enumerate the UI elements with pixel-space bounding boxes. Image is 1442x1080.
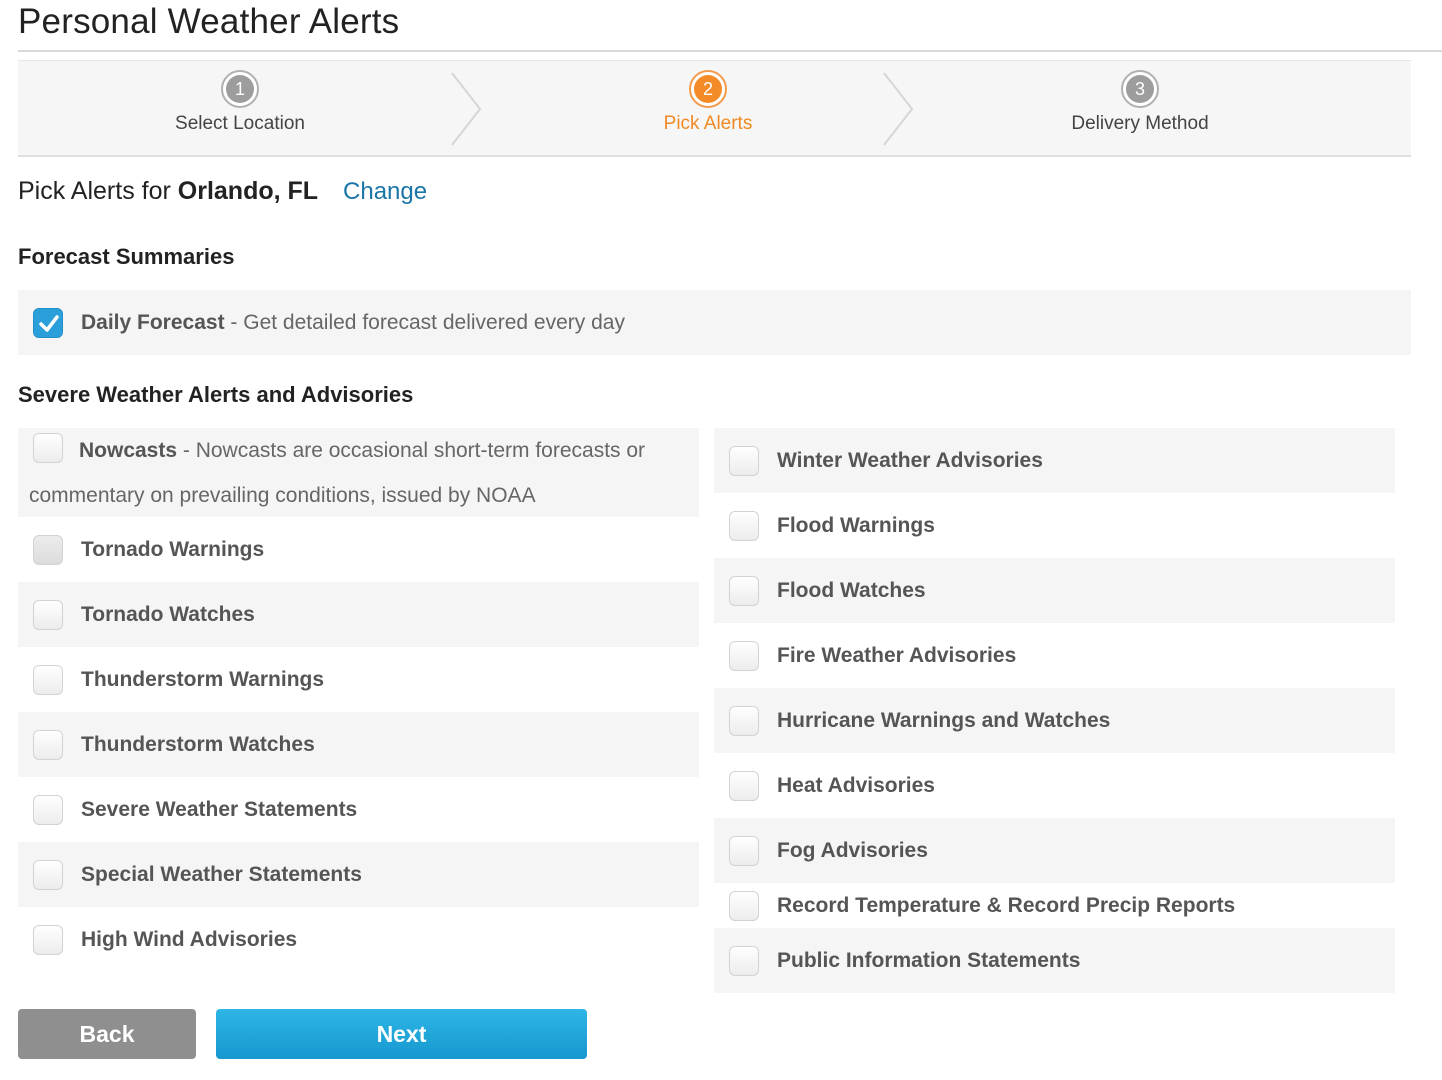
step-number-circle: 2 (689, 70, 727, 108)
alert-checkbox[interactable] (33, 924, 63, 955)
step-number: 1 (226, 75, 254, 103)
check-icon (39, 314, 59, 332)
step-pick-alerts[interactable]: 2 Pick Alerts (498, 61, 918, 156)
step-number-circle: 3 (1121, 70, 1159, 108)
alert-checkbox[interactable] (729, 640, 759, 671)
alert-label: Heat Advisories (777, 773, 935, 797)
alert-label: Tornado Warnings (81, 537, 265, 561)
alert-label: Special Weather Statements (81, 862, 362, 886)
alert-checkbox[interactable] (729, 705, 759, 736)
location-name: Orlando, FL (177, 177, 319, 205)
alert-label: Thunderstorm Warnings (81, 667, 325, 691)
next-button[interactable]: Next (216, 1009, 587, 1059)
alert-label: Winter Weather Advisories (777, 448, 1043, 472)
alert-row-high-wind-advisories[interactable]: High Wind Advisories (18, 907, 699, 972)
step-label: Delivery Method (1071, 113, 1209, 134)
nowcasts-name: Nowcasts (79, 439, 178, 462)
alert-label: Severe Weather Statements (81, 797, 358, 821)
severe-alerts-heading: Severe Weather Alerts and Advisories (18, 382, 414, 407)
alert-row-fog-advisories[interactable]: Fog Advisories (714, 818, 1395, 883)
alert-row-flood-warnings[interactable]: Flood Warnings (714, 493, 1395, 558)
alert-row-record-temperature-precip[interactable]: Record Temperature & Record Precip Repor… (714, 883, 1395, 928)
alert-row-flood-watches[interactable]: Flood Watches (714, 558, 1395, 623)
alert-label: Record Temperature & Record Precip Repor… (777, 893, 1236, 917)
alert-checkbox[interactable] (33, 599, 63, 630)
nowcasts-row[interactable]: Nowcasts - Nowcasts are occasional short… (18, 428, 699, 517)
daily-forecast-desc: - Get detailed forecast delivered every … (224, 310, 625, 334)
alert-checkbox[interactable] (33, 664, 63, 695)
alert-checkbox[interactable] (729, 890, 759, 921)
alert-row-tornado-watches[interactable]: Tornado Watches (18, 582, 699, 647)
back-button[interactable]: Back (18, 1009, 196, 1059)
progress-stepper: 1 Select Location 2 Pick Alerts 3 Delive… (18, 60, 1411, 157)
step-number: 3 (1126, 75, 1154, 103)
daily-forecast-row[interactable]: Daily Forecast - Get detailed forecast d… (18, 290, 1411, 355)
daily-forecast-name: Daily Forecast (81, 310, 225, 334)
step-delivery-method[interactable]: 3 Delivery Method (930, 61, 1350, 156)
alert-row-tornado-warnings[interactable]: Tornado Warnings (18, 517, 699, 582)
alert-checkbox[interactable] (33, 534, 63, 565)
chevron-right-icon (451, 72, 482, 146)
alert-checkbox[interactable] (729, 770, 759, 801)
alert-row-thunderstorm-warnings[interactable]: Thunderstorm Warnings (18, 647, 699, 712)
alert-checkbox[interactable] (729, 835, 759, 866)
alert-row-special-weather-statements[interactable]: Special Weather Statements (18, 842, 699, 907)
alert-label: Fire Weather Advisories (777, 643, 1017, 667)
alert-label: High Wind Advisories (81, 927, 298, 951)
alert-label: Fog Advisories (777, 838, 928, 862)
alert-checkbox[interactable] (33, 729, 63, 760)
alert-label: Thunderstorm Watches (81, 732, 315, 756)
step-number: 2 (694, 75, 722, 103)
forecast-summaries-heading: Forecast Summaries (18, 244, 235, 269)
alert-checkbox[interactable] (729, 945, 759, 976)
alert-label: Public Information Statements (777, 948, 1081, 972)
alert-row-hurricane-warnings-and-watches[interactable]: Hurricane Warnings and Watches (714, 688, 1395, 753)
step-select-location[interactable]: 1 Select Location (30, 61, 450, 156)
alert-label: Hurricane Warnings and Watches (777, 708, 1111, 732)
alert-row-severe-weather-statements[interactable]: Severe Weather Statements (18, 777, 699, 842)
daily-forecast-checkbox[interactable] (33, 307, 63, 338)
alert-row-heat-advisories[interactable]: Heat Advisories (714, 753, 1395, 818)
alert-label: Tornado Watches (81, 602, 255, 626)
chevron-right-icon (883, 72, 914, 146)
alert-row-fire-weather-advisories[interactable]: Fire Weather Advisories (714, 623, 1395, 688)
alert-checkbox[interactable] (33, 794, 63, 825)
page-title: Personal Weather Alerts (18, 2, 400, 41)
alert-row-thunderstorm-watches[interactable]: Thunderstorm Watches (18, 712, 699, 777)
alert-checkbox[interactable] (729, 575, 759, 606)
change-location-link[interactable]: Change (343, 178, 427, 205)
step-label: Select Location (175, 113, 305, 134)
title-divider (18, 50, 1442, 52)
alert-label: Flood Warnings (777, 513, 935, 537)
pick-alerts-heading: Pick Alerts for Orlando, FL Change (18, 177, 427, 206)
alert-checkbox[interactable] (729, 510, 759, 541)
alert-row-public-information-statements[interactable]: Public Information Statements (714, 928, 1395, 993)
alert-label: Flood Watches (777, 578, 926, 602)
step-label: Pick Alerts (663, 113, 753, 134)
step-number-circle: 1 (221, 70, 259, 108)
page: Personal Weather Alerts 1 Select Locatio… (0, 0, 1442, 1080)
pick-prefix: Pick Alerts for (18, 177, 171, 205)
alert-row-winter-weather-advisories[interactable]: Winter Weather Advisories (714, 428, 1395, 493)
alert-checkbox[interactable] (33, 859, 63, 890)
alert-checkbox[interactable] (729, 445, 759, 476)
